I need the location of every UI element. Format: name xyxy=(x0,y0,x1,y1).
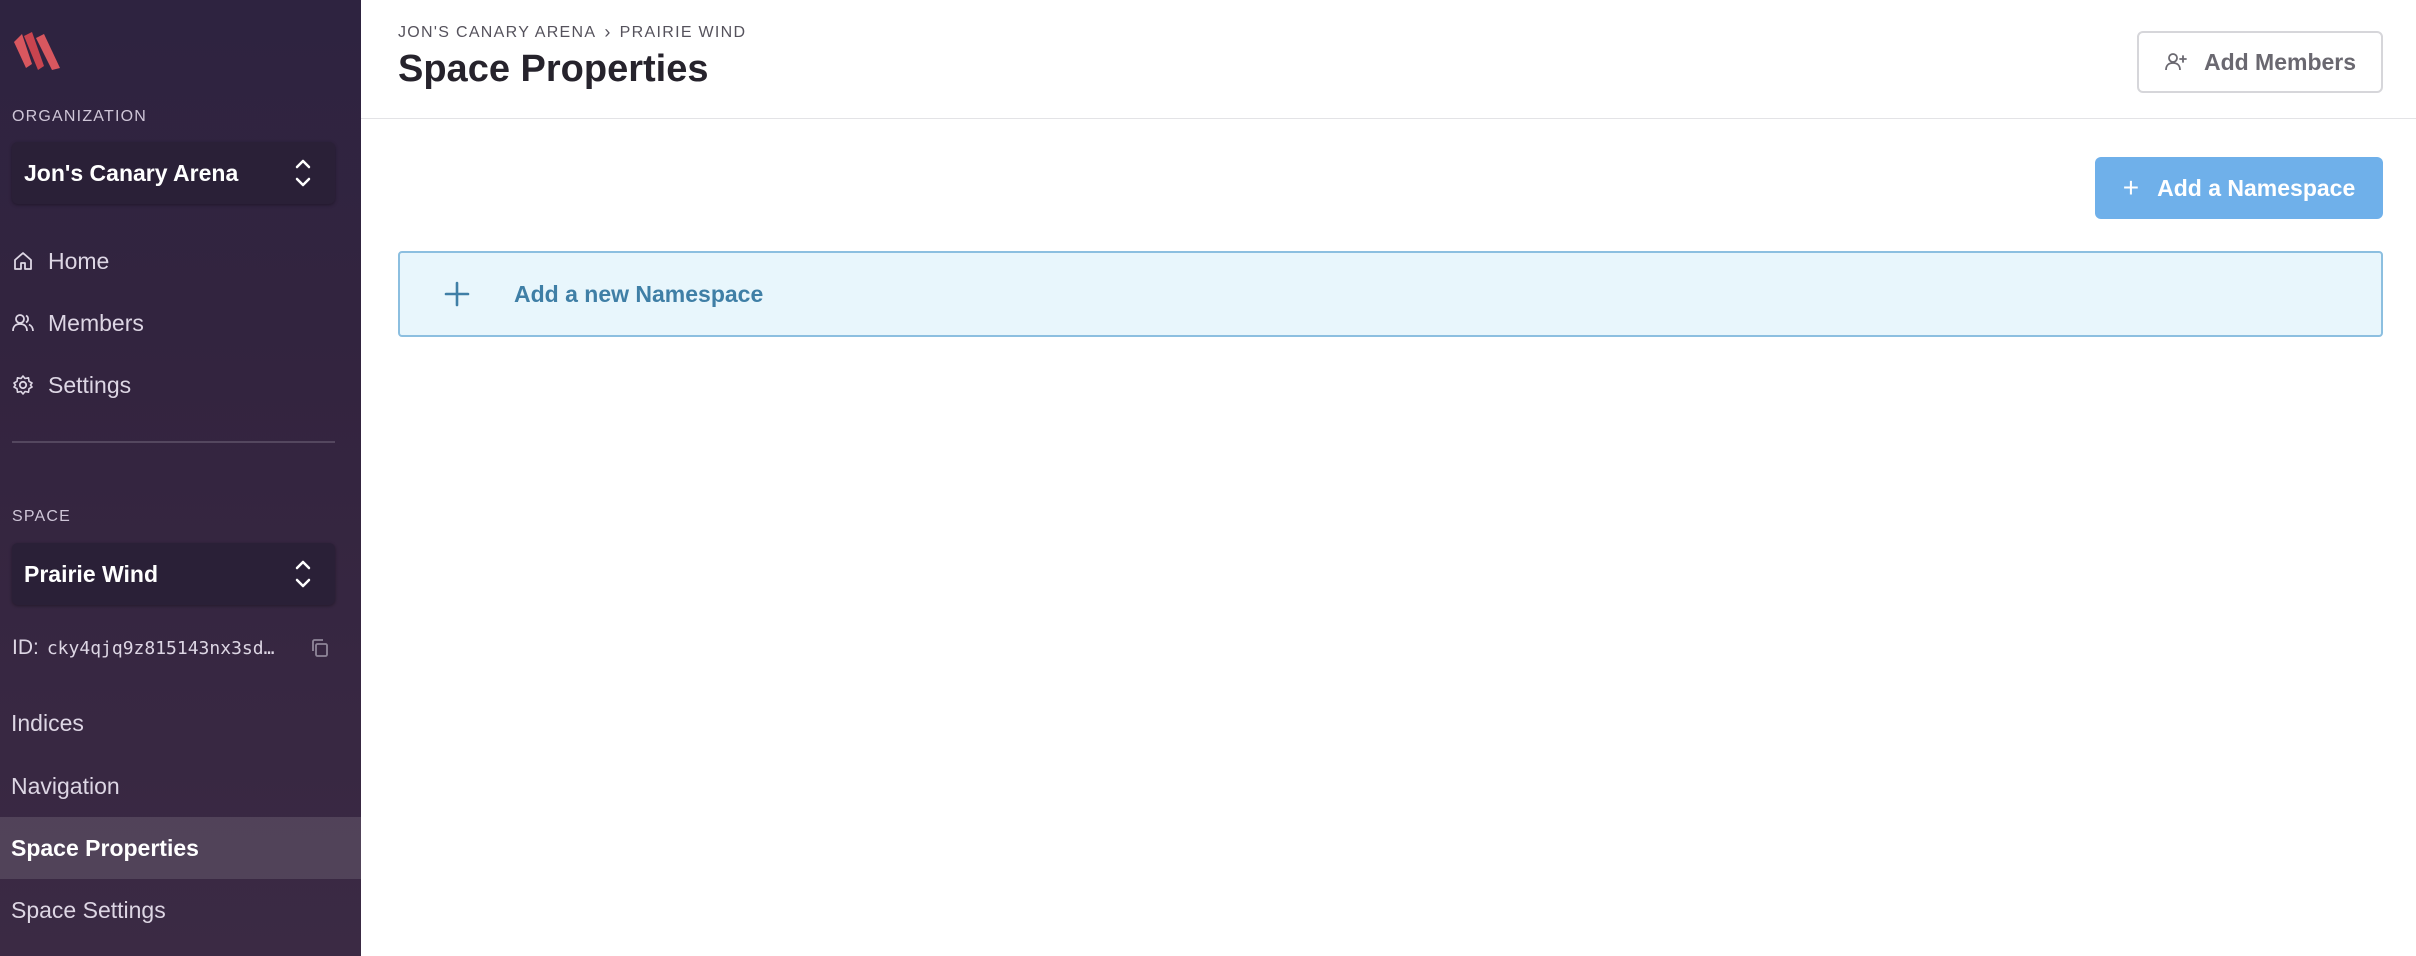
sidebar-divider xyxy=(12,441,335,443)
space-switcher[interactable]: Prairie Wind xyxy=(12,543,335,605)
space-label: SPACE xyxy=(12,508,72,525)
chevron-up-down-icon xyxy=(295,159,311,187)
add-new-namespace-label: Add a new Namespace xyxy=(514,280,764,307)
sidebar-item-label: Home xyxy=(48,247,110,274)
sidebar-item-settings[interactable]: Settings xyxy=(12,365,131,405)
add-members-button[interactable]: Add Members xyxy=(2137,31,2383,93)
plus-icon xyxy=(444,281,470,307)
sidebar-link-label: Navigation xyxy=(11,772,120,799)
add-user-icon xyxy=(2165,53,2187,71)
add-members-label: Add Members xyxy=(2203,48,2357,75)
breadcrumb: JON'S CANARY ARENA › PRAIRIE WIND xyxy=(398,22,746,43)
plus-icon: + xyxy=(2122,172,2140,203)
add-new-namespace-card[interactable]: Add a new Namespace xyxy=(398,251,2383,337)
sidebar-link-space-properties[interactable]: Space Properties xyxy=(0,817,361,879)
sidebar-link-label: Space Settings xyxy=(11,896,166,923)
main-content: JON'S CANARY ARENA › PRAIRIE WIND Space … xyxy=(361,0,2416,956)
sidebar-item-members[interactable]: Members xyxy=(12,303,144,343)
home-icon xyxy=(14,252,32,270)
organization-switcher[interactable]: Jon's Canary Arena xyxy=(12,142,335,204)
organization-label: ORGANIZATION xyxy=(12,108,147,125)
sidebar-link-space-settings[interactable]: Space Settings xyxy=(0,879,361,941)
add-namespace-label: Add a Namespace xyxy=(2157,174,2356,201)
page-title: Space Properties xyxy=(398,48,709,90)
breadcrumb-space[interactable]: PRAIRIE WIND xyxy=(620,24,747,42)
app-root: ORGANIZATION Jon's Canary Arena Home Mem… xyxy=(0,0,2416,956)
chevron-up-down-icon xyxy=(295,560,311,588)
sidebar-item-label: Settings xyxy=(48,371,132,398)
breadcrumb-organization[interactable]: JON'S CANARY ARENA xyxy=(398,24,596,42)
sidebar: ORGANIZATION Jon's Canary Arena Home Mem… xyxy=(0,0,361,956)
space-id-row: ID: cky4qjq9z815143nx3sd… xyxy=(12,636,331,660)
add-namespace-button[interactable]: + Add a Namespace xyxy=(2095,157,2383,219)
page-header: JON'S CANARY ARENA › PRAIRIE WIND Space … xyxy=(361,0,2416,119)
sidebar-item-home[interactable]: Home xyxy=(12,241,109,281)
members-icon xyxy=(12,314,34,332)
sidebar-link-label: Indices xyxy=(11,709,84,736)
space-name: Prairie Wind xyxy=(24,560,158,587)
gear-icon xyxy=(13,375,33,395)
chevron-right-icon: › xyxy=(604,22,612,42)
sidebar-link-indices[interactable]: Indices xyxy=(0,692,361,754)
organization-name: Jon's Canary Arena xyxy=(24,159,239,186)
copy-icon[interactable] xyxy=(309,637,331,659)
logo-icon[interactable] xyxy=(12,28,64,72)
sidebar-item-label: Members xyxy=(48,309,144,336)
sidebar-link-label: Space Properties xyxy=(11,834,199,861)
sidebar-link-navigation[interactable]: Navigation xyxy=(0,755,361,817)
space-id-value: cky4qjq9z815143nx3sd… xyxy=(46,637,275,659)
space-id-label: ID: xyxy=(12,636,39,659)
